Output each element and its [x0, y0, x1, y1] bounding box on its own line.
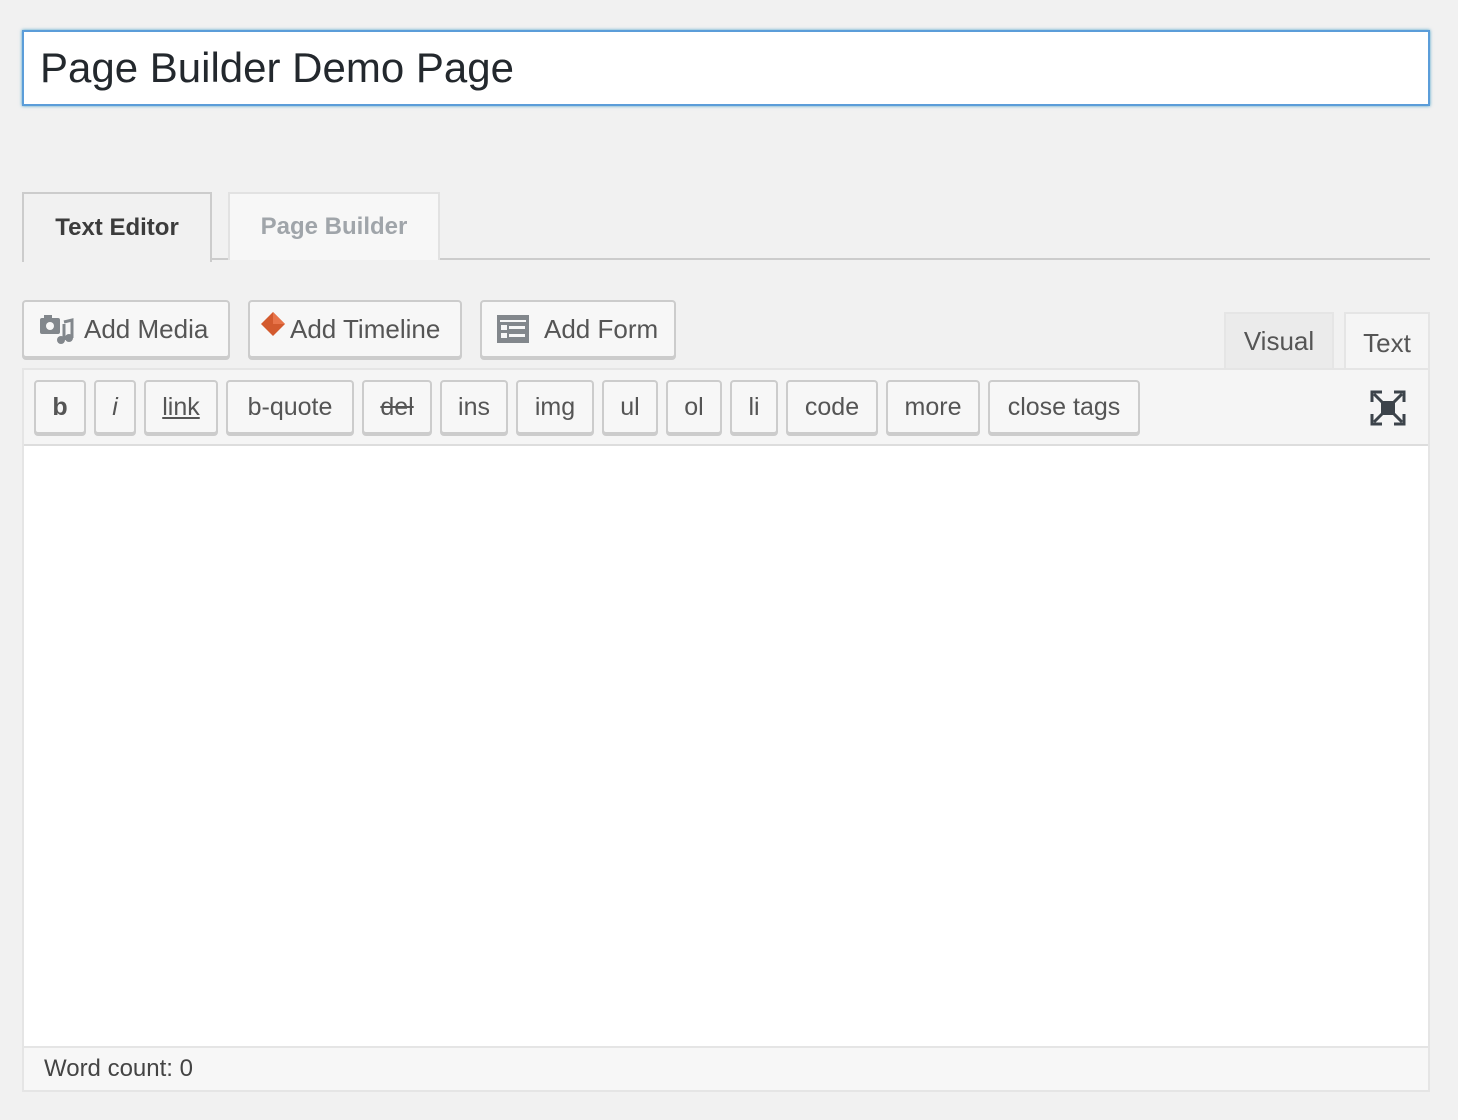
- tab-page-builder[interactable]: Page Builder: [228, 192, 440, 260]
- add-timeline-button[interactable]: Add Timeline: [248, 300, 462, 358]
- qt-ul-button[interactable]: ul: [602, 380, 658, 434]
- qt-more-button[interactable]: more: [886, 380, 980, 434]
- editor-status-bar: Word count: 0: [24, 1046, 1428, 1090]
- qt-code-button[interactable]: code: [786, 380, 878, 434]
- qt-img-button[interactable]: img: [516, 380, 594, 434]
- content-textarea[interactable]: [24, 446, 1428, 1046]
- qt-close-tags-button[interactable]: close tags: [988, 380, 1140, 434]
- qt-italic-button[interactable]: i: [94, 380, 136, 434]
- add-media-button[interactable]: Add Media: [22, 300, 230, 358]
- add-form-button[interactable]: Add Form: [480, 300, 676, 358]
- add-media-label: Add Media: [84, 313, 209, 344]
- fullscreen-icon[interactable]: [1370, 390, 1406, 426]
- post-title-input[interactable]: [22, 30, 1430, 106]
- qt-bold-button[interactable]: b: [34, 380, 86, 434]
- media-icon: [38, 312, 74, 346]
- form-icon: [496, 314, 530, 344]
- qt-li-button[interactable]: li: [730, 380, 778, 434]
- tab-text[interactable]: Text: [1344, 312, 1430, 372]
- qt-link-button[interactable]: link: [144, 380, 218, 434]
- add-timeline-label: Add Timeline: [290, 313, 441, 344]
- tab-text-editor[interactable]: Text Editor: [22, 192, 212, 262]
- qt-ins-button[interactable]: ins: [440, 380, 508, 434]
- qt-blockquote-button[interactable]: b-quote: [226, 380, 354, 434]
- quicktags-toolbar: b i link b-quote del ins img ul ol li co…: [24, 370, 1428, 446]
- editor-builder-tabs: Text Editor Page Builder: [22, 192, 1430, 262]
- editor-container: b i link b-quote del ins img ul ol li co…: [22, 368, 1430, 1092]
- tab-visual[interactable]: Visual: [1224, 312, 1334, 370]
- qt-ol-button[interactable]: ol: [666, 380, 722, 434]
- qt-del-button[interactable]: del: [362, 380, 432, 434]
- timeline-diamond-icon: [260, 311, 286, 337]
- word-count: Word count: 0: [44, 1055, 193, 1082]
- add-form-label: Add Form: [544, 313, 659, 344]
